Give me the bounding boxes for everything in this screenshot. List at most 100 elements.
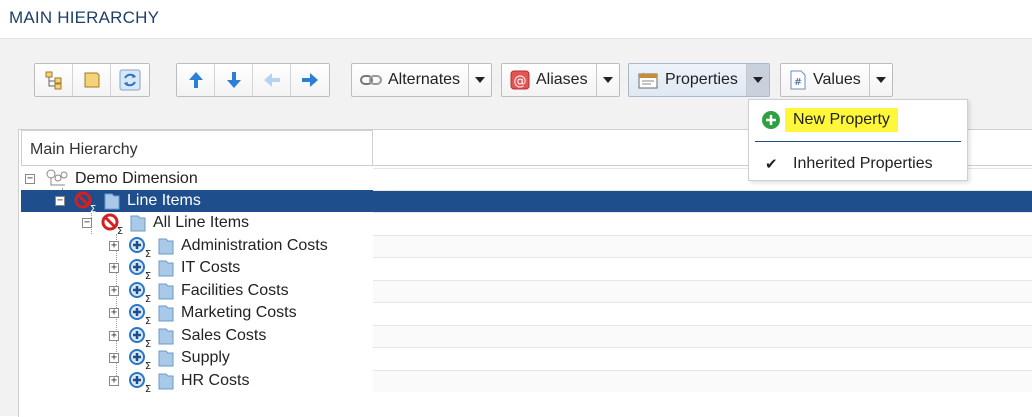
move-left-button[interactable] — [253, 64, 291, 96]
tree-row[interactable]: + Σ IT Costs — [21, 257, 1032, 280]
add-aggregation-icon: Σ — [129, 349, 151, 370]
tree-row-all-line-items[interactable]: − Σ All Line Items — [21, 212, 1032, 235]
folder-icon — [158, 283, 174, 299]
hash-document-icon: # — [790, 70, 806, 90]
tree-cell: − Demo Dimension — [21, 168, 373, 190]
tree-row-label: Line Items — [127, 192, 201, 209]
column-header[interactable]: Main Hierarchy — [21, 130, 373, 166]
expand-toggle[interactable]: + — [109, 353, 119, 363]
tree-row[interactable]: + Σ Sales Costs — [21, 324, 1032, 348]
expand-toggle[interactable]: + — [109, 263, 119, 273]
tree-cell: − Σ All Line Items — [21, 212, 373, 235]
chevron-down-icon — [752, 77, 763, 83]
properties-label: Properties — [665, 71, 738, 88]
values-arrow-button[interactable] — [870, 64, 892, 96]
expand-toggle[interactable]: + — [109, 330, 119, 341]
tree-row[interactable]: + Σ Supply — [21, 347, 1032, 370]
svg-text:Σ: Σ — [145, 384, 151, 393]
tree-cell: + Σ Administration Costs — [21, 235, 373, 258]
check-icon: ✔ — [765, 156, 778, 173]
aliases-label: Aliases — [536, 71, 588, 88]
expand-toggle[interactable]: + — [109, 285, 119, 296]
dimension-icon — [46, 169, 68, 186]
row-value-cell — [373, 369, 1032, 392]
tree-row[interactable]: + Σ HR Costs — [21, 369, 1032, 393]
add-circle-icon — [762, 111, 780, 129]
tree-row-label: IT Costs — [181, 259, 241, 276]
expand-toggle[interactable]: + — [109, 308, 119, 318]
add-aggregation-icon: Σ — [129, 281, 151, 303]
folder-icon — [104, 193, 120, 210]
tree-row[interactable]: + Σ Administration Costs — [21, 234, 1032, 258]
chevron-down-icon — [602, 77, 613, 83]
row-value-cell — [373, 302, 1032, 324]
add-child-button[interactable] — [35, 64, 73, 96]
properties-icon — [638, 72, 658, 89]
aliases-arrow-button[interactable] — [597, 64, 619, 96]
add-sibling-button[interactable] — [73, 64, 111, 96]
edit-button-group — [34, 63, 150, 97]
collapse-toggle[interactable]: − — [25, 174, 35, 184]
move-right-button[interactable] — [291, 64, 329, 96]
alternates-button[interactable]: Alternates — [352, 64, 470, 96]
inherited-properties-label: Inherited Properties — [793, 155, 933, 172]
add-aggregation-icon: Σ — [129, 304, 151, 325]
row-value-cell — [373, 279, 1032, 302]
properties-menu: New Property ✔ Inherited Properties — [748, 99, 968, 181]
folder-icon — [158, 305, 174, 322]
alternates-arrow-button[interactable] — [469, 64, 491, 96]
values-button[interactable]: # Values — [781, 64, 870, 96]
properties-dropdown: Properties — [628, 63, 770, 97]
arrow-up-icon — [188, 72, 203, 88]
hierarchy-add-icon — [45, 71, 61, 90]
arrow-left-icon — [263, 73, 280, 87]
no-aggregation-icon: Σ — [101, 213, 123, 235]
tree-cell: + Σ Marketing Costs — [21, 302, 373, 325]
inherited-properties-menu-item[interactable]: ✔ Inherited Properties — [749, 148, 967, 180]
tree-cell: + Σ Facilities Costs — [21, 280, 373, 303]
arrow-right-icon — [302, 73, 318, 87]
tree-row-label: Administration Costs — [181, 236, 328, 254]
alternates-dropdown: Alternates — [351, 63, 493, 97]
refresh-button[interactable] — [111, 64, 149, 96]
hierarchy-panel: Alternates @ Aliases Properties # Values — [0, 38, 1032, 417]
row-value-cell — [373, 347, 1032, 369]
at-sign-icon: @ — [510, 70, 530, 90]
row-value-cell — [373, 190, 1032, 212]
tree-row-label: Sales Costs — [181, 326, 267, 344]
expand-toggle[interactable]: + — [109, 375, 119, 386]
tree-row[interactable]: + Σ Marketing Costs — [21, 302, 1032, 325]
row-value-cell — [373, 212, 1032, 234]
tree-row[interactable]: + Σ Facilities Costs — [21, 279, 1032, 303]
tree-row-label: All Line Items — [153, 214, 250, 231]
move-up-button[interactable] — [177, 64, 215, 96]
row-value-cell — [373, 234, 1032, 257]
expand-toggle[interactable]: + — [109, 240, 119, 251]
properties-button[interactable]: Properties — [629, 64, 747, 96]
folder-icon — [158, 328, 174, 344]
chevron-down-icon — [875, 77, 886, 83]
collapse-toggle[interactable]: − — [82, 218, 92, 228]
tree-cell: + Σ HR Costs — [21, 370, 373, 393]
alternates-label: Alternates — [388, 71, 461, 88]
no-aggregation-icon: Σ — [74, 191, 96, 213]
tree-row-line-items[interactable]: − Σ Line Items — [21, 190, 1032, 213]
arrow-down-icon — [226, 72, 241, 88]
svg-text:#: # — [794, 77, 802, 88]
properties-arrow-button[interactable] — [746, 64, 769, 96]
link-icon — [360, 75, 382, 85]
tree-cell: + Σ IT Costs — [21, 257, 373, 280]
folder-icon — [158, 238, 174, 254]
collapse-toggle[interactable]: − — [55, 196, 65, 206]
page-title: MAIN HIERARCHY — [9, 8, 160, 27]
aliases-dropdown: @ Aliases — [501, 63, 620, 97]
values-label: Values — [813, 71, 861, 88]
aliases-button[interactable]: @ Aliases — [502, 64, 597, 96]
row-value-cell — [373, 324, 1032, 347]
chevron-down-icon — [475, 77, 486, 83]
new-property-menu-item[interactable]: New Property — [749, 104, 967, 136]
tree-row-label: HR Costs — [181, 371, 250, 389]
menu-separator — [755, 141, 961, 142]
tree-cell: + Σ Sales Costs — [21, 325, 373, 348]
move-down-button[interactable] — [215, 64, 253, 96]
